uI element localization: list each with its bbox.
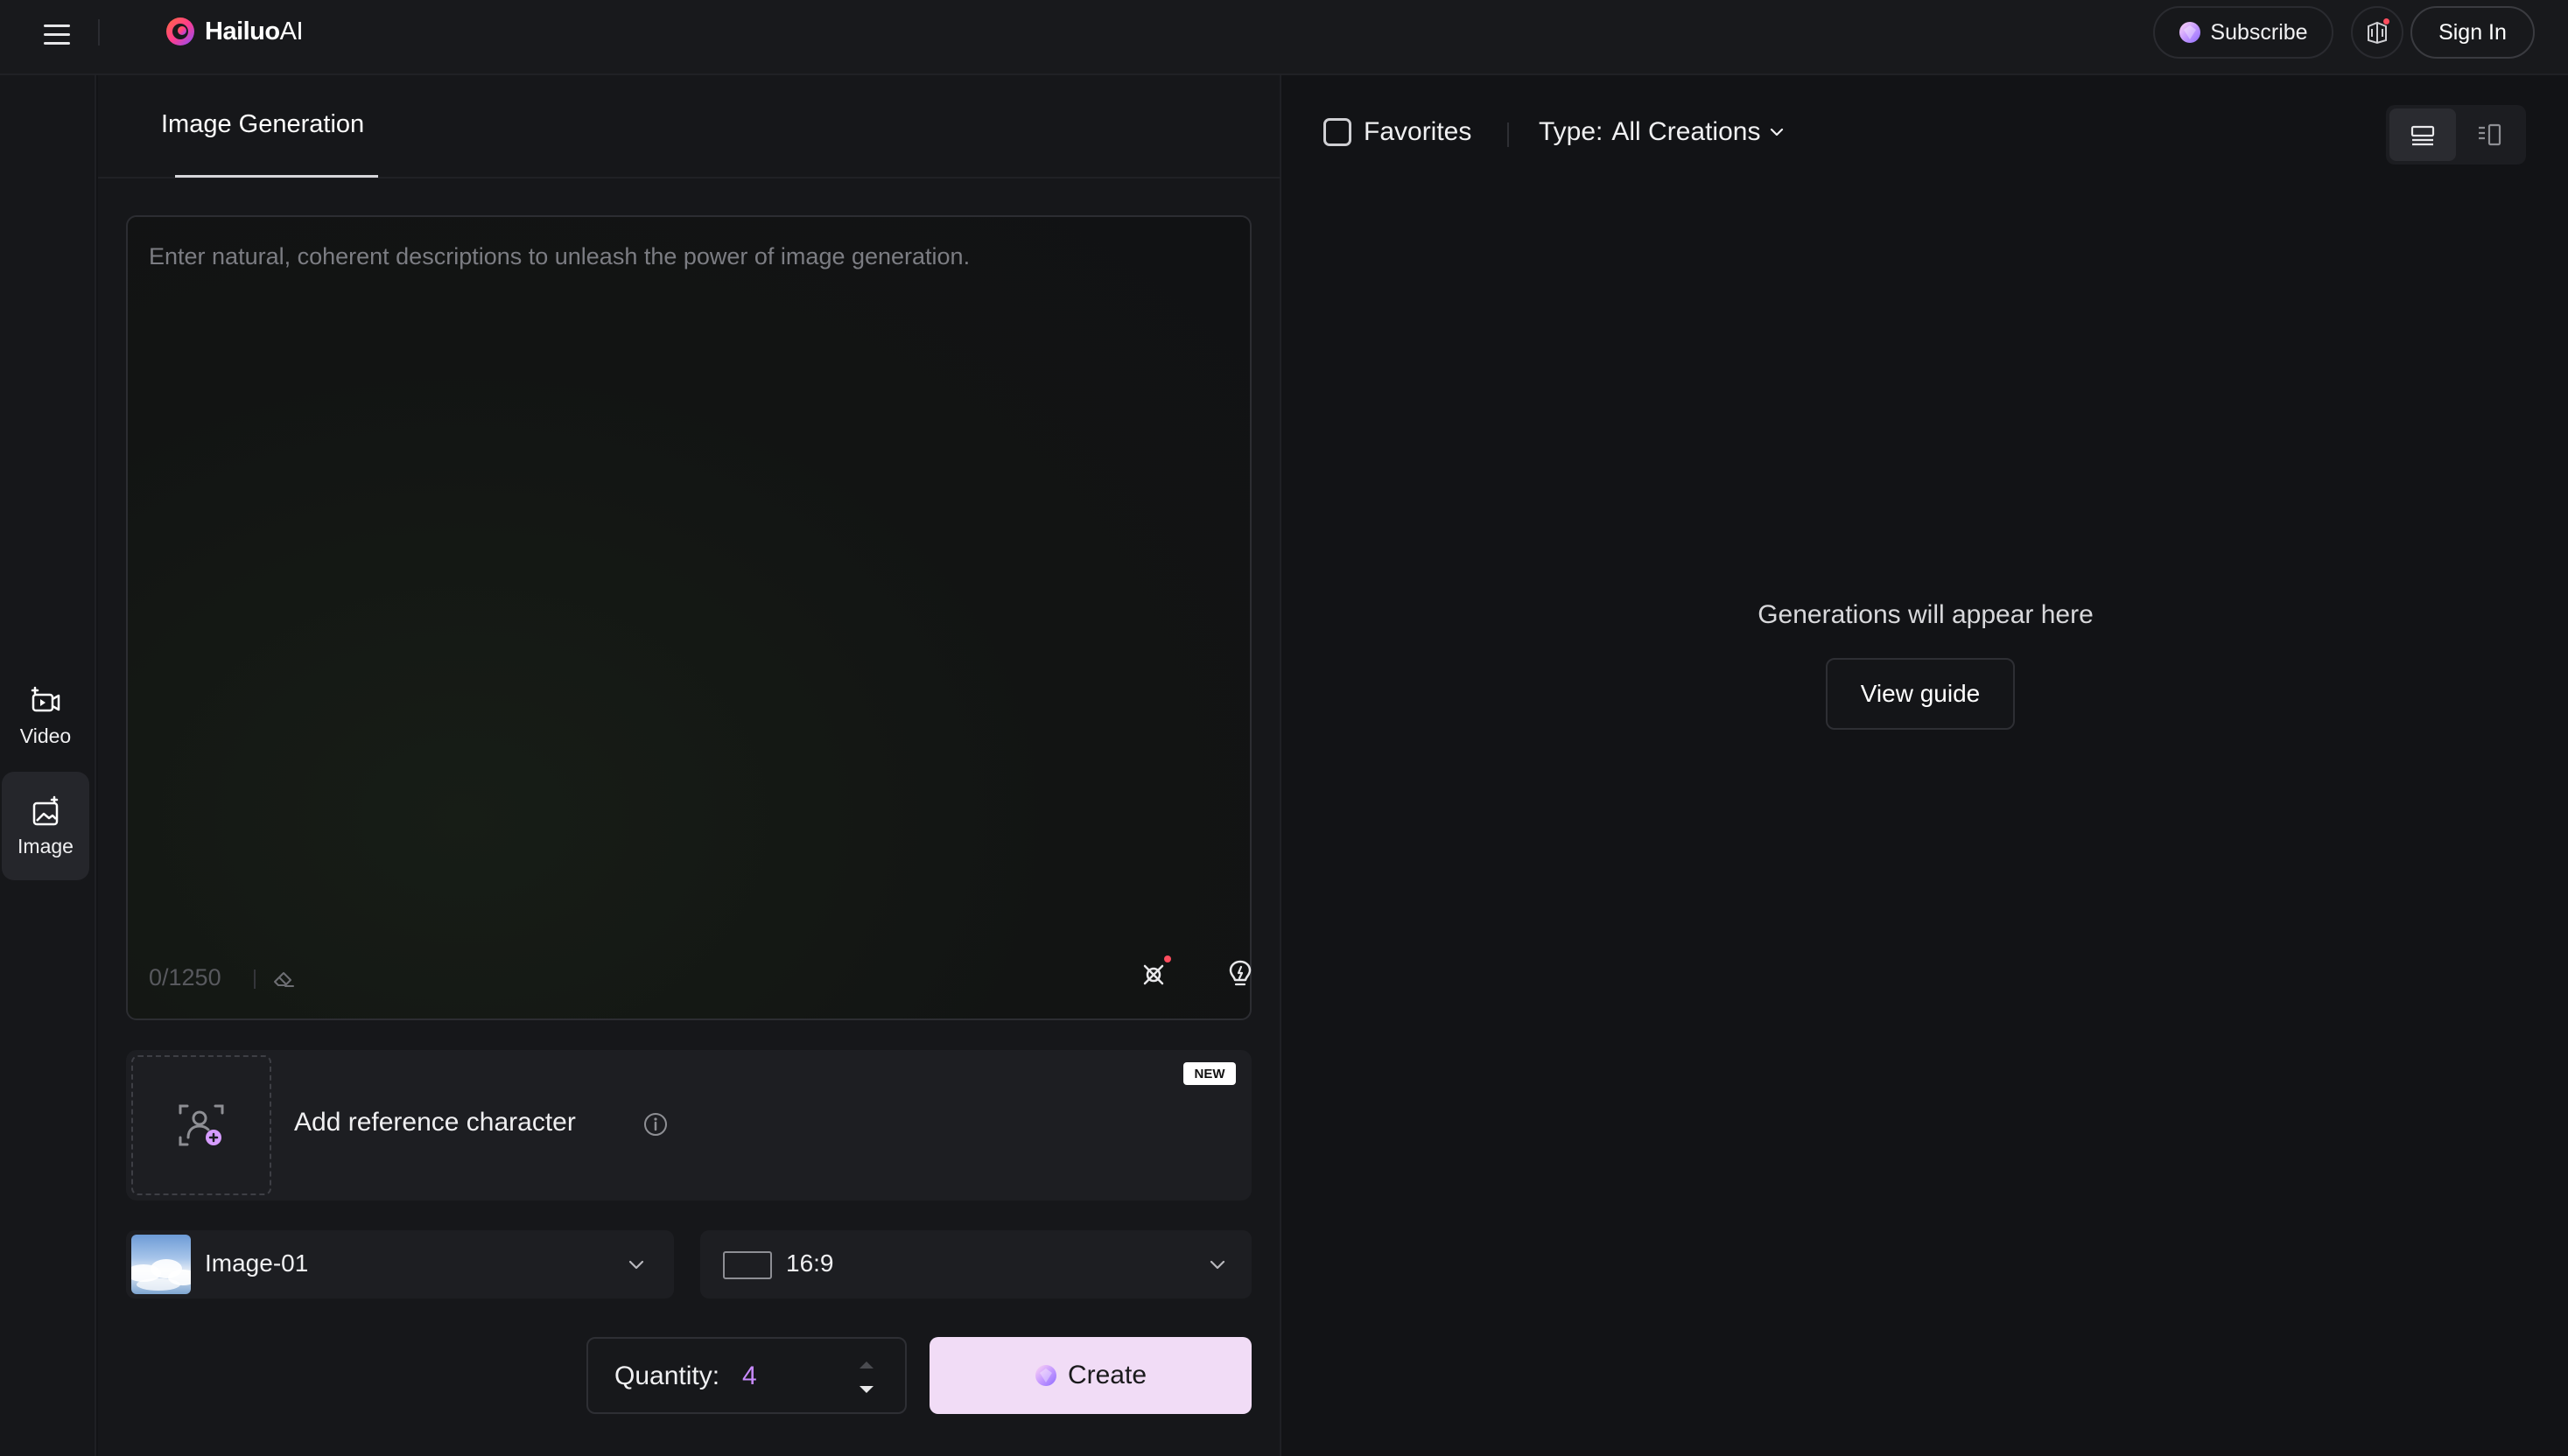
prompt-box: 0/1250 [126, 215, 1341, 1020]
character-counter: 0/1250 [149, 964, 221, 990]
tab-bar: Image Generation [98, 75, 1281, 178]
add-person-icon [179, 1104, 224, 1146]
tab-image-generation[interactable]: Image Generation [161, 110, 364, 139]
left-rail: Video Image [0, 75, 96, 1456]
detail-view-icon [2479, 123, 2501, 146]
aspect-ratio-icon [723, 1251, 772, 1279]
chevron-down-icon [628, 1260, 644, 1270]
divider [1507, 122, 1509, 147]
stepper-arrows-icon[interactable] [849, 1353, 884, 1402]
info-icon[interactable] [642, 1111, 669, 1138]
new-badge: NEW [1183, 1062, 1236, 1085]
tab-active-indicator [175, 175, 378, 178]
notification-dot [2383, 18, 2389, 24]
favorites-filter[interactable]: Favorites [1323, 117, 1471, 147]
model-select[interactable]: Image-01 [126, 1230, 674, 1298]
subscribe-label: Subscribe [2210, 19, 2308, 45]
list-view-button[interactable] [2389, 108, 2456, 161]
generation-panel: Image Generation 0/1250 [98, 75, 1341, 1456]
divider [98, 19, 100, 46]
model-thumbnail [131, 1235, 191, 1294]
gallery-panel: Favorites Type: All Creations Generation… [1283, 75, 2568, 1456]
hailuo-logo-icon [166, 18, 194, 46]
type-label: Type: [1539, 117, 1603, 146]
logo[interactable]: HailuoAI [165, 14, 304, 49]
image-icon [32, 795, 59, 825]
type-value: All Creations [1611, 117, 1761, 146]
kit-button[interactable] [2351, 6, 2403, 59]
menu-icon[interactable] [40, 18, 75, 52]
subscribe-button[interactable]: Subscribe [2153, 6, 2333, 59]
create-label: Create [1067, 1361, 1147, 1390]
favorites-label: Favorites [1364, 117, 1472, 146]
empty-state-text: Generations will appear here [1758, 600, 2094, 629]
favorites-checkbox[interactable] [1323, 118, 1351, 146]
magic-expand-button[interactable] [1133, 952, 1176, 996]
sign-in-button[interactable]: Sign In [2410, 6, 2535, 59]
prompt-input[interactable] [149, 243, 1225, 908]
inspiration-button[interactable] [1218, 952, 1262, 996]
reference-character-card: Add reference character NEW [126, 1050, 1252, 1200]
add-reference-character-label[interactable]: Add reference character [294, 1108, 576, 1138]
aspect-ratio-value: 16:9 [786, 1250, 834, 1277]
grid-view-button[interactable] [2456, 108, 2522, 161]
quantity-label: Quantity: [614, 1362, 720, 1390]
lightbulb-icon [1229, 960, 1252, 986]
list-view-icon [2410, 125, 2435, 146]
gem-icon [2179, 22, 2201, 43]
notification-dot [1164, 956, 1171, 962]
create-button[interactable]: Create [930, 1337, 1252, 1414]
video-icon [31, 686, 60, 711]
divider [254, 970, 256, 989]
brand-name: HailuoAI [205, 17, 304, 46]
view-guide-button[interactable]: View guide [1826, 658, 2015, 730]
eraser-icon[interactable] [270, 964, 298, 992]
view-toggle [2386, 105, 2526, 164]
rail-label-video: Video [19, 724, 72, 747]
aspect-ratio-select[interactable]: 16:9 [700, 1230, 1252, 1298]
rail-item-image[interactable]: Image [2, 772, 89, 880]
top-bar: HailuoAI Subscribe Sign In [0, 0, 2568, 75]
type-filter-dropdown[interactable]: Type: All Creations [1539, 117, 1786, 147]
reference-upload[interactable] [131, 1055, 271, 1195]
rail-item-video[interactable]: Video [2, 662, 89, 770]
gem-icon [1035, 1365, 1056, 1386]
chevron-down-icon [1771, 128, 1784, 136]
quantity-value: 4 [742, 1362, 757, 1390]
model-select-value: Image-01 [205, 1250, 309, 1277]
quantity-stepper[interactable]: Quantity: 4 [586, 1337, 907, 1414]
chevron-down-icon [1210, 1260, 1225, 1270]
rail-label-image: Image [18, 834, 74, 858]
